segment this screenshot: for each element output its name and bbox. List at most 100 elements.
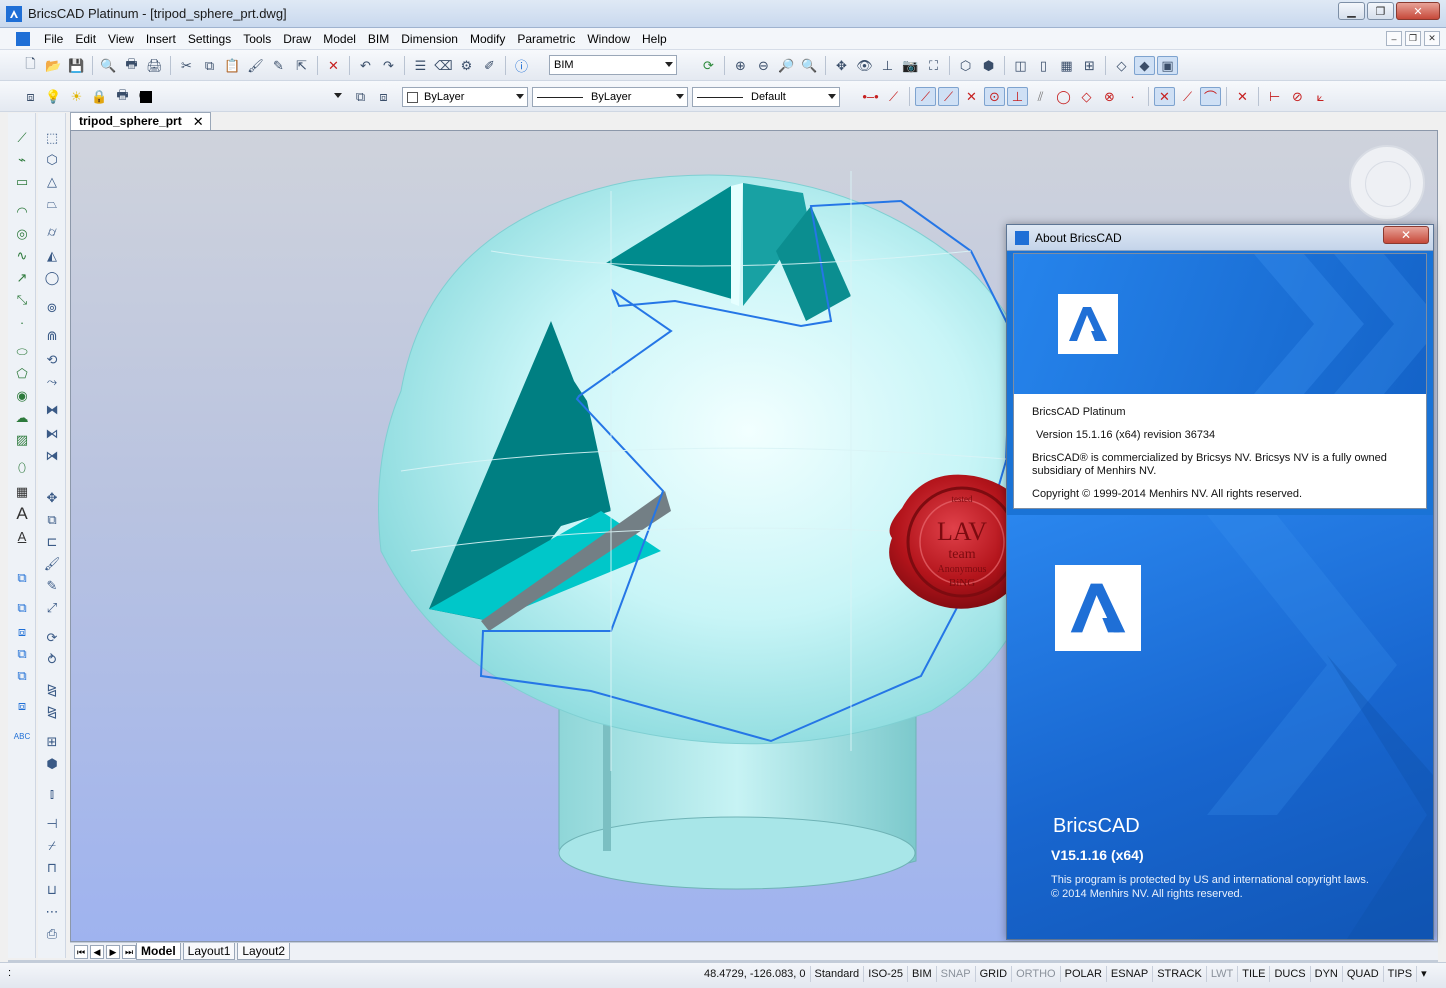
snap-perpendicular-icon[interactable]: ⊥	[1007, 87, 1028, 106]
menu-bim[interactable]: BIM	[362, 31, 395, 47]
status-lwt[interactable]: LWT	[1205, 966, 1237, 982]
ray-tool-icon[interactable]: ↗	[13, 269, 31, 287]
rectangle-tool-icon[interactable]: ▭	[13, 173, 31, 191]
match-properties-icon[interactable]: 🖌	[245, 56, 266, 75]
menu-edit[interactable]: Edit	[69, 31, 102, 47]
menu-help[interactable]: Help	[636, 31, 673, 47]
status-quad[interactable]: QUAD	[1341, 966, 1383, 982]
snap-tracking-icon[interactable]: ⊢	[1264, 87, 1285, 106]
edit-icon[interactable]: ✐	[479, 56, 500, 75]
viewports-icon[interactable]: ⊞	[1079, 56, 1100, 75]
wireframe-icon[interactable]: ◇	[1111, 56, 1132, 75]
snap-3d-icon[interactable]: ⟀	[1310, 87, 1331, 106]
regen-icon[interactable]: ⟳	[698, 56, 719, 75]
properties-icon[interactable]: ☰	[410, 56, 431, 75]
menu-file[interactable]: File	[38, 31, 69, 47]
menu-tools[interactable]: Tools	[237, 31, 277, 47]
status-dimstyle[interactable]: Standard	[809, 966, 864, 982]
offset-tool-icon[interactable]: ⊏	[43, 533, 61, 551]
workspace-select[interactable]: BIM	[549, 55, 677, 75]
next-tab-icon[interactable]: ▶	[106, 945, 120, 959]
layer-states-icon[interactable]: ⧉	[350, 87, 371, 106]
explode-tool-icon[interactable]: ⎙	[43, 925, 61, 943]
xline-tool-icon[interactable]: ⤡	[13, 291, 31, 309]
status-grid[interactable]: GRID	[974, 966, 1012, 982]
status-ducs[interactable]: DUCS	[1269, 966, 1309, 982]
revolve-tool-icon[interactable]: ⟲	[43, 351, 61, 369]
circle-tool-icon[interactable]: ◎	[13, 225, 31, 243]
menu-model[interactable]: Model	[317, 31, 362, 47]
trim-tool-icon[interactable]: ⊓	[43, 859, 61, 877]
plot-icon[interactable]: 🖨	[144, 56, 165, 75]
open-icon[interactable]: 📂	[43, 56, 64, 75]
extend-tool-icon[interactable]: ⊔	[43, 881, 61, 899]
linetype-select[interactable]: ByLayer	[532, 87, 688, 107]
break-tool-icon[interactable]: ⌿	[43, 837, 61, 855]
snap-endpoint-icon[interactable]: •–•	[860, 87, 881, 106]
multi-view-icon[interactable]: ▦	[1056, 56, 1077, 75]
spline-tool-icon[interactable]: ∿	[13, 247, 31, 265]
orbit-icon[interactable]: 👁	[854, 56, 875, 75]
named-views-icon[interactable]: ⬢	[978, 56, 999, 75]
snap-extension-icon[interactable]: ⟋	[1177, 87, 1198, 106]
print-preview-icon[interactable]: 🔍	[98, 56, 119, 75]
donut-tool-icon[interactable]: ◉	[13, 387, 31, 405]
shaded-icon[interactable]: ◆	[1134, 56, 1155, 75]
snap-midpoint-icon[interactable]: ⟋	[938, 87, 959, 106]
select-icon[interactable]: ⇱	[291, 56, 312, 75]
rotate-tool-icon[interactable]: ⟳	[43, 629, 61, 647]
first-tab-icon[interactable]: ⏮	[74, 945, 88, 959]
sphere-tool-icon[interactable]: ◯	[43, 269, 61, 287]
doc-minimize-button[interactable]: –	[1386, 31, 1402, 46]
menu-dimension[interactable]: Dimension	[395, 31, 464, 47]
status-ortho[interactable]: ORTHO	[1011, 966, 1060, 982]
torus-drop-icon[interactable]: ◭	[43, 247, 61, 265]
zoom-out-icon[interactable]: ⊖	[753, 56, 774, 75]
table-tool-icon[interactable]: ▦	[13, 483, 31, 501]
wedge-tool-icon[interactable]: ⬡	[43, 151, 61, 169]
snap-tangent-icon[interactable]: ◯	[1053, 87, 1074, 106]
zoom-window-icon[interactable]: 🔎	[776, 56, 797, 75]
status-tips[interactable]: TIPS	[1382, 966, 1416, 982]
mirror-tool-icon[interactable]: ⧎	[43, 681, 61, 699]
snap-line-icon[interactable]: ⟋	[883, 87, 904, 106]
status-polar[interactable]: POLAR	[1059, 966, 1106, 982]
close-button[interactable]: ✕	[1396, 2, 1440, 20]
menu-view[interactable]: View	[102, 31, 140, 47]
minimize-button[interactable]: ▁	[1338, 2, 1365, 20]
snap-insertion-icon[interactable]: ⊗	[1099, 87, 1120, 106]
layer-select[interactable]: 0	[134, 86, 346, 106]
printer-layer-icon[interactable]: 🖶	[112, 87, 133, 106]
status-dyn[interactable]: DYN	[1309, 966, 1342, 982]
status-tile[interactable]: TILE	[1237, 966, 1269, 982]
new-icon[interactable]: 🗋	[20, 56, 41, 75]
attribute-icon[interactable]: ⧈	[13, 623, 31, 641]
scale-tool-icon[interactable]: ⤢	[43, 599, 61, 617]
maximize-button[interactable]: ❐	[1367, 2, 1394, 20]
point-tool-icon[interactable]: ·	[13, 313, 31, 331]
cut-icon[interactable]: ✂	[176, 56, 197, 75]
xref-icon[interactable]: ⧉	[13, 645, 31, 663]
snap-node-icon[interactable]: ·	[1122, 87, 1143, 106]
close-tab-icon[interactable]: ✕	[193, 113, 204, 130]
line-tool-icon[interactable]: ⟋	[13, 129, 31, 147]
snap-endpoint-on-icon[interactable]: ⟋	[915, 87, 936, 106]
polyline-tool-icon[interactable]: ⌁	[13, 151, 31, 169]
extrude-tool-icon[interactable]: ⋒	[43, 327, 61, 345]
status-bim[interactable]: BIM	[907, 966, 936, 982]
zoom-extents-icon[interactable]: 🔍	[799, 56, 820, 75]
snap-clear-icon[interactable]: ✕	[1232, 87, 1253, 106]
last-tab-icon[interactable]: ⏭	[122, 945, 136, 959]
array-tool-icon[interactable]: ⊞	[43, 733, 61, 751]
redo-icon[interactable]: ↷	[378, 56, 399, 75]
sweep-tool-icon[interactable]: ⤳	[43, 373, 61, 391]
bricscad-app-icon[interactable]	[6, 6, 22, 22]
intersect-tool-icon[interactable]: ⧒	[43, 447, 61, 465]
hatch-tool-icon[interactable]: ▨	[13, 431, 31, 449]
eraser-icon[interactable]: ⌫	[433, 56, 454, 75]
insert-block-icon[interactable]: ⧉	[13, 569, 31, 587]
menu-modify[interactable]: Modify	[464, 31, 511, 47]
about-close-button[interactable]: ✕	[1383, 226, 1429, 244]
copy-icon[interactable]: ⧉	[199, 56, 220, 75]
settings-gear-icon[interactable]: ⚙	[456, 56, 477, 75]
